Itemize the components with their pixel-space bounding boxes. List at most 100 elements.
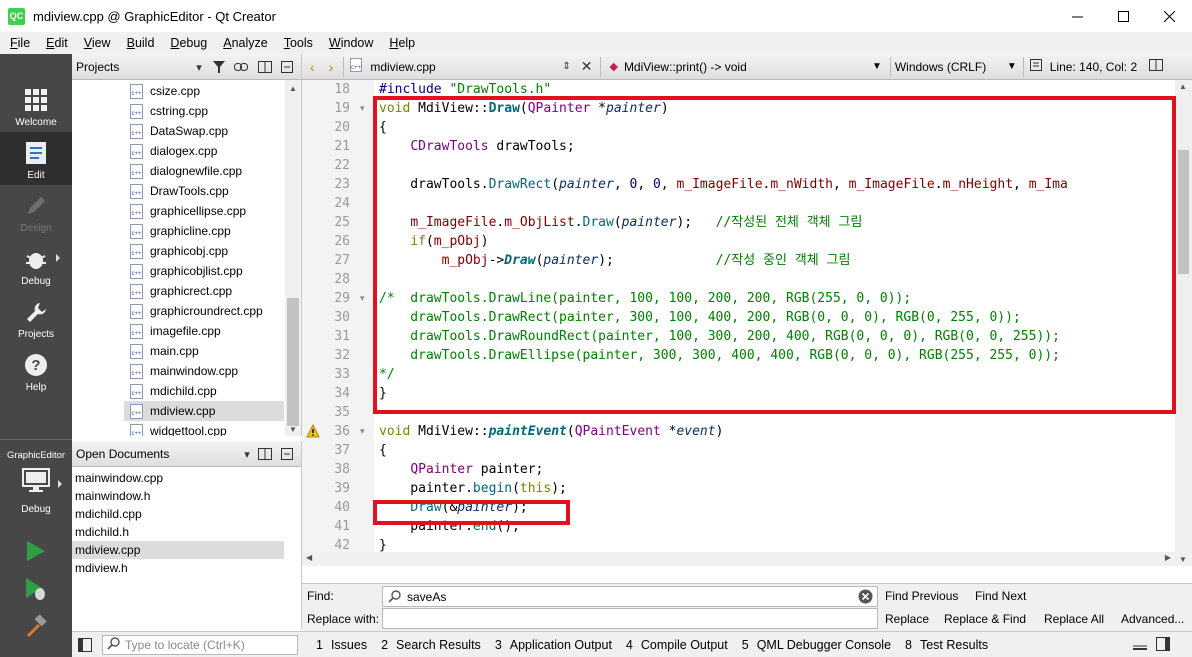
project-file-item[interactable]: c++ dialognewfile.cpp	[130, 161, 242, 181]
project-file-item[interactable]: c++ cstring.cpp	[130, 101, 208, 121]
encoding-selector[interactable]: Windows (CRLF)	[895, 60, 1007, 74]
back-arrow-icon[interactable]: ‹	[310, 59, 315, 75]
mode-debug[interactable]: Debug	[0, 238, 72, 291]
chevron-down-icon[interactable]: ▼	[1007, 61, 1017, 72]
menu-edit[interactable]: Edit	[38, 32, 76, 54]
project-file-item[interactable]: c++ imagefile.cpp	[130, 321, 221, 341]
menu-analyze[interactable]: Analyze	[215, 32, 275, 54]
open-document-item[interactable]: mdiview.h	[72, 559, 301, 577]
locator-input[interactable]: Type to locate (Ctrl+K)	[102, 634, 298, 655]
replace-all-button[interactable]: Replace All	[1044, 612, 1104, 626]
project-file-item[interactable]: c++ widgettool.cpp	[130, 421, 227, 436]
debug-run-button[interactable]	[22, 576, 50, 604]
mode-edit[interactable]: Edit	[0, 132, 72, 185]
tab-search-results[interactable]: 2 Search Results	[381, 638, 481, 652]
warning-icon[interactable]	[306, 423, 320, 438]
project-file-item[interactable]: c++ mdiview.cpp	[124, 401, 284, 421]
cpp-file-icon: c++	[130, 163, 143, 179]
pencil-icon	[0, 193, 72, 219]
find-input[interactable]: saveAs	[382, 586, 878, 607]
fold-marker-icon[interactable]: ▾	[360, 99, 370, 118]
project-file-item[interactable]: c++ dialogex.cpp	[130, 141, 217, 161]
close-document-icon[interactable]: ✕	[581, 58, 593, 75]
split-icon[interactable]	[256, 58, 274, 76]
menu-view[interactable]: View	[76, 32, 119, 54]
advanced-button[interactable]: Advanced...	[1121, 612, 1184, 626]
close-panel-icon[interactable]	[278, 58, 296, 76]
project-file-item[interactable]: c++ graphicrect.cpp	[130, 281, 232, 301]
project-file-item[interactable]: c++ csize.cpp	[130, 81, 200, 101]
open-document-item[interactable]: mdichild.h	[72, 523, 301, 541]
project-file-item[interactable]: c++ graphicellipse.cpp	[130, 201, 246, 221]
chevron-up-down-icon[interactable]: ⇕	[562, 61, 570, 72]
svg-text:c++: c++	[351, 65, 362, 71]
split-icon[interactable]	[256, 445, 274, 463]
menu-window[interactable]: Window	[321, 32, 381, 54]
sidebar-toggle-icon[interactable]	[78, 637, 92, 652]
tab-application-output[interactable]: 3 Application Output	[495, 638, 612, 652]
menu-file[interactable]: File	[2, 32, 38, 54]
project-file-item[interactable]: c++ graphicroundrect.cpp	[130, 301, 263, 321]
tab-test-results[interactable]: 8 Test Results	[905, 638, 988, 652]
project-file-item[interactable]: c++ main.cpp	[130, 341, 199, 361]
close-button[interactable]	[1146, 0, 1192, 32]
mode-help[interactable]: ? Help	[0, 344, 72, 397]
chevron-down-icon[interactable]: ▾	[190, 58, 208, 76]
link-icon[interactable]	[232, 58, 250, 76]
line-number: 28	[334, 272, 350, 287]
replace-and-find-button[interactable]: Replace & Find	[944, 612, 1026, 626]
code-editor[interactable]: 18 19 20 21 22 23 24 25 26 27 28 29 30 31 32 33 34 35 36 37…	[302, 80, 1192, 566]
menu-help[interactable]: Help	[381, 32, 423, 54]
close-panel-icon[interactable]	[278, 445, 296, 463]
open-document-item[interactable]: mdiview.cpp	[72, 541, 284, 559]
editor-horizontal-scrollbar[interactable]: ◀ ▶	[302, 552, 1175, 566]
filter-icon[interactable]	[210, 58, 228, 76]
menu-build[interactable]: Build	[119, 32, 163, 54]
open-document-item[interactable]: mdichild.cpp	[72, 505, 301, 523]
project-file-item[interactable]: c++ mdichild.cpp	[130, 381, 217, 401]
tab-compile-output[interactable]: 4 Compile Output	[626, 638, 728, 652]
replace-input[interactable]	[382, 608, 878, 629]
project-file-item[interactable]: c++ graphicobj.cpp	[130, 241, 228, 261]
cursor-position[interactable]: Line: 140, Col: 2	[1050, 60, 1137, 74]
maximize-button[interactable]	[1100, 0, 1146, 32]
project-file-label: main.cpp	[150, 344, 199, 358]
document-selector[interactable]: mdiview.cpp	[370, 60, 560, 74]
mode-design[interactable]: Design	[0, 185, 72, 238]
minimize-button[interactable]	[1054, 0, 1100, 32]
split-icon[interactable]	[1149, 59, 1164, 74]
project-file-item[interactable]: c++ graphicobjlist.cpp	[130, 261, 243, 281]
chevron-down-icon[interactable]: ▼	[872, 61, 882, 72]
replace-button[interactable]: Replace	[885, 612, 929, 626]
menu-tools[interactable]: Tools	[276, 32, 321, 54]
fold-marker-icon[interactable]: ▾	[360, 422, 370, 441]
open-document-item[interactable]: mainwindow.h	[72, 487, 301, 505]
symbol-selector[interactable]: MdiView::print() -> void	[624, 60, 872, 74]
menu-debug[interactable]: Debug	[162, 32, 215, 54]
project-file-item[interactable]: c++ DrawTools.cpp	[130, 181, 229, 201]
chevron-down-icon[interactable]: ▾	[238, 445, 256, 463]
clear-icon[interactable]	[858, 589, 873, 607]
mode-projects[interactable]: Projects	[0, 291, 72, 344]
project-file-item[interactable]: c++ graphicline.cpp	[130, 221, 231, 241]
find-previous-button[interactable]: Find Previous	[885, 589, 958, 603]
mode-welcome[interactable]: Welcome	[0, 79, 72, 132]
project-file-label: cstring.cpp	[150, 104, 209, 118]
outline-icon[interactable]	[1029, 59, 1042, 74]
fold-marker-icon[interactable]: ▾	[360, 289, 370, 308]
editor-vertical-scrollbar[interactable]: ▲ ▼	[1175, 80, 1192, 566]
forward-arrow-icon[interactable]: ›	[329, 59, 334, 75]
build-button[interactable]	[22, 613, 50, 642]
kit-selector[interactable]: GraphicEditor Debug	[0, 444, 72, 524]
open-document-item[interactable]: mainwindow.cpp	[72, 469, 301, 487]
tab-qml-debugger-console[interactable]: 5 QML Debugger Console	[742, 638, 891, 652]
kit-build-config: Debug	[21, 504, 51, 515]
project-file-item[interactable]: c++ mainwindow.cpp	[130, 361, 238, 381]
run-button[interactable]	[22, 538, 50, 566]
output-pane-toggle-icon[interactable]	[1132, 637, 1148, 654]
find-next-button[interactable]: Find Next	[975, 589, 1026, 603]
tab-issues[interactable]: 1 Issues	[316, 638, 367, 652]
projects-scrollbar[interactable]: ▲ ▼	[285, 80, 301, 436]
right-sidebar-toggle-icon[interactable]	[1156, 637, 1170, 654]
project-file-item[interactable]: c++ DataSwap.cpp	[130, 121, 228, 141]
